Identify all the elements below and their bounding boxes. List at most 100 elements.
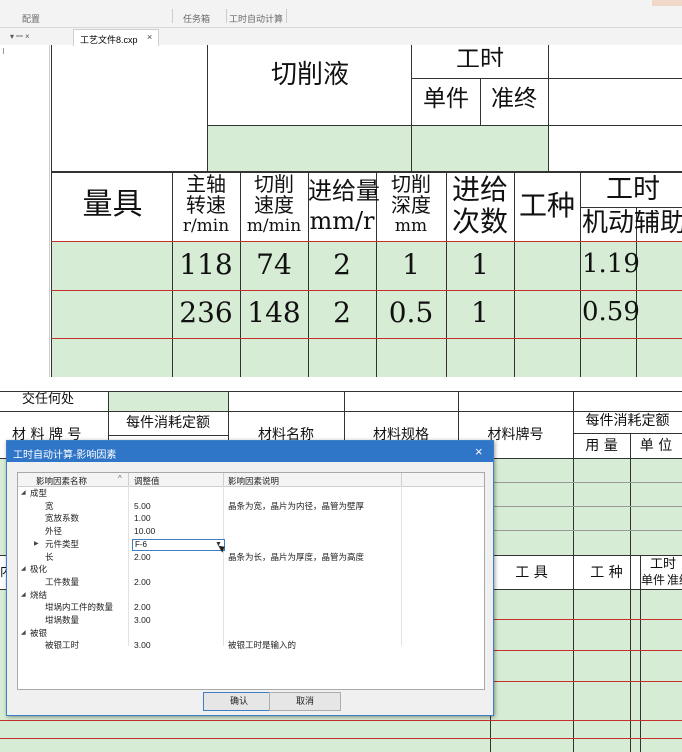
grid-group-row[interactable]: ◢ 极化: [18, 564, 484, 575]
factor-grid: 影响因素名称 ^ 调整值 影响因素说明 ◢ 成型宽 5.00 晶条为宽，晶片为内径，晶…: [17, 472, 485, 690]
factor-desc: 被银工时是输入的: [228, 640, 297, 651]
unit-header: 单件: [423, 86, 469, 112]
sort-asc-icon: ^: [118, 474, 122, 483]
usage-label: 用 量: [585, 438, 618, 454]
cancel-button[interactable]: 取消: [269, 692, 341, 711]
hours-header-text: 工时: [456, 45, 504, 67]
consumption-quota-label: 每件消耗定额: [126, 415, 210, 431]
grid-row[interactable]: 宽 5.00 晶条为宽，晶片为内径，晶管为壁厚: [18, 501, 484, 512]
row1-times: 1: [471, 248, 489, 281]
row2-feed: 2: [333, 296, 351, 329]
factor-value[interactable]: 3.00: [134, 640, 151, 651]
factor-value[interactable]: 2.00: [134, 552, 151, 563]
row2-spindle: 236: [179, 296, 233, 329]
factor-value[interactable]: 1.00: [134, 513, 151, 524]
row2-times: 1: [471, 296, 489, 329]
toolbar-divider: [172, 9, 173, 23]
factor-value[interactable]: 2.00: [134, 602, 151, 613]
dialog-title: 工时自动计算-影响因素: [13, 450, 117, 461]
tab-file[interactable]: 工艺文件8.cxp ×: [73, 29, 159, 46]
grid-group-row[interactable]: ◢ 烧结: [18, 590, 484, 601]
ok-button[interactable]: 确认: [203, 692, 275, 711]
feed-times-header: 进给 次数: [446, 174, 514, 238]
collapse-icon[interactable]: ◢: [21, 488, 26, 499]
col-factor-desc[interactable]: 影响因素说明: [228, 475, 279, 487]
menu-auto-calc[interactable]: 工时自动计算: [229, 12, 283, 25]
component-type-dropdown[interactable]: F-6 ▼: [132, 539, 225, 551]
col-factor-name[interactable]: 影响因素名称: [36, 475, 87, 487]
handover-label: 交任何处: [22, 392, 75, 407]
expand-icon[interactable]: ▶: [34, 539, 39, 550]
tool-label: 工 具: [515, 565, 548, 581]
aux-time-header: 辅助: [634, 210, 682, 236]
depth-header: 切削 深度 mm: [376, 174, 446, 237]
grid-group-row[interactable]: ◢ 被银: [18, 628, 484, 639]
grid-row[interactable]: 坩埚内工件的数量 2.00: [18, 602, 484, 613]
panel-pin-controls[interactable]: ▾ ꟷ ×: [10, 31, 30, 42]
top-toolbar: 配置 任务箱 工时自动计算: [0, 0, 682, 28]
factor-value[interactable]: 5.00: [134, 501, 151, 512]
row1-feed: 2: [333, 248, 351, 281]
factor-value[interactable]: 3.00: [134, 615, 151, 626]
row2-speed: 148: [247, 296, 301, 329]
col-divider: [128, 473, 129, 486]
influence-factor-dialog: 工时自动计算-影响因素 × 影响因素名称 ^ 调整值 影响因素说明 ◢ 成型宽 5.…: [6, 440, 494, 716]
collapse-icon[interactable]: ◢: [21, 628, 26, 639]
tab-file-label: 工艺文件8.cxp: [80, 35, 138, 45]
hours-label: 工时: [650, 557, 677, 572]
dialog-titlebar[interactable]: 工时自动计算-影响因素 ×: [7, 441, 493, 462]
grid-row[interactable]: 坩埚数量 3.00: [18, 615, 484, 626]
menu-taskbox[interactable]: 任务箱: [183, 12, 210, 25]
left-panel: [0, 45, 50, 377]
factor-name: 长: [45, 551, 54, 562]
close-icon[interactable]: ×: [475, 444, 483, 459]
grid-row[interactable]: 宽放系数 1.00: [18, 513, 484, 524]
factor-name: 宽: [45, 500, 54, 511]
feed-times-line2: 次数: [451, 205, 508, 238]
unit-piece-label: 单件: [641, 573, 666, 587]
factor-name: 坩埚数量: [45, 615, 80, 625]
prep-final-header: 准终: [491, 86, 537, 112]
spindle-line1: 主轴: [186, 172, 226, 196]
collapse-icon[interactable]: ◢: [21, 590, 26, 601]
grid-row[interactable]: 被银工时 3.00 被银工时是输入的: [18, 640, 484, 651]
grid-group-row[interactable]: ◢ 成型: [18, 488, 484, 499]
cutting-speed-unit: m/min: [246, 216, 302, 236]
row1-machine: 1.19: [582, 249, 640, 279]
feed-header: 进给量 mm/r: [308, 176, 380, 236]
spindle-line2: 转速: [186, 193, 226, 217]
grid-row[interactable]: 工件数量 2.00: [18, 577, 484, 588]
factor-name: 工件数量: [45, 576, 80, 587]
grid-row[interactable]: 外径 10.00: [18, 526, 484, 537]
menu-config[interactable]: 配置: [22, 12, 40, 25]
row2-machine: 0.59: [582, 297, 640, 327]
green-band: [207, 125, 548, 171]
lower-green-cell: [108, 391, 228, 411]
machine-time-header: 机动: [581, 208, 634, 238]
factor-name: 成型: [30, 488, 48, 498]
scroll-marker: [3, 48, 4, 54]
gauge-header: 量具: [82, 187, 143, 222]
unit-label: 单 位: [639, 438, 673, 454]
factor-name: 外径: [45, 526, 63, 537]
factor-value[interactable]: 10.00: [134, 526, 155, 537]
factor-name: 宽放系数: [45, 513, 80, 524]
accent-strip: [652, 0, 682, 6]
collapse-icon[interactable]: ◢: [21, 564, 26, 575]
factor-desc: 晶条为长，晶片为厚度，晶管为高度: [228, 551, 365, 562]
row1-spindle: 118: [179, 248, 233, 281]
factor-name: 烧结: [30, 589, 48, 600]
close-icon[interactable]: ×: [147, 32, 152, 42]
factor-name: 元件类型: [45, 538, 80, 549]
grid-row[interactable]: ▶ 元件类型: [18, 539, 484, 550]
col-adjust-value[interactable]: 调整值: [134, 475, 160, 487]
toolbar-divider: [286, 9, 287, 23]
feed-unit: mm/r: [309, 207, 375, 235]
depth-line2: 深度: [391, 193, 431, 217]
row2-depth: 0.5: [388, 296, 434, 329]
factor-name: 被银工时: [45, 640, 80, 651]
factor-value[interactable]: 2.00: [134, 577, 151, 588]
factor-name: 坩埚内工件的数量: [45, 602, 114, 613]
grid-row[interactable]: 长 2.00 晶条为长，晶片为厚度，晶管为高度: [18, 552, 484, 563]
prep-label: 准终: [667, 574, 682, 586]
